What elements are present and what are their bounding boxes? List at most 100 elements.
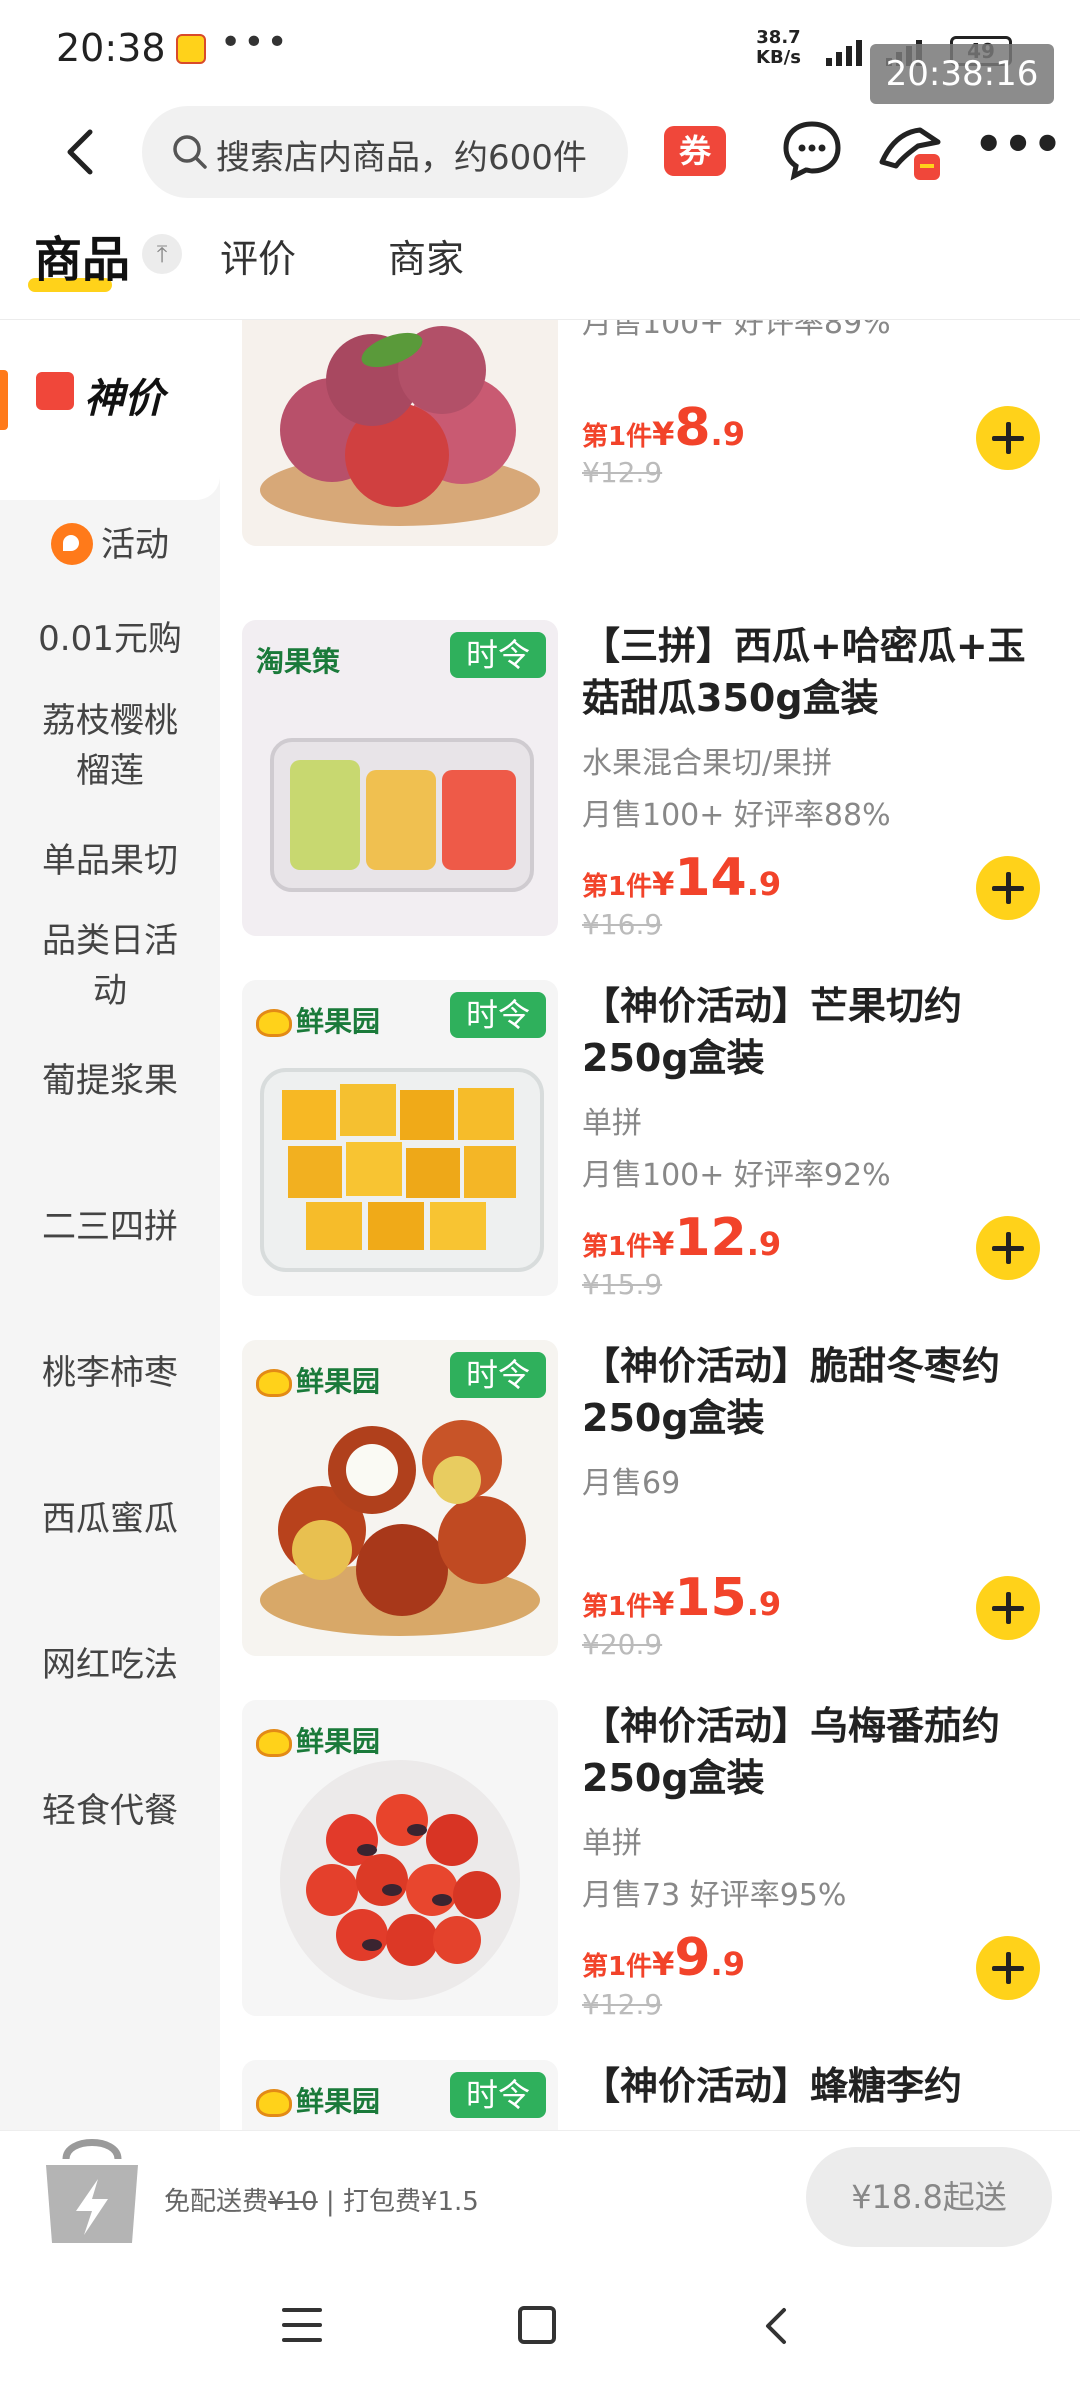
tab-reviews[interactable]: 评价 — [220, 228, 296, 283]
product-image — [242, 320, 558, 546]
status-bar: 20:38 ••• 38.7 KB/s 49 20:38:16 — [0, 0, 1080, 104]
sidebar-item-melons[interactable]: 西瓜蜜瓜 — [0, 1494, 220, 1544]
product-stats: 月售73 好评率95% — [582, 1878, 847, 1913]
brand-logo: 鲜果园 — [256, 1360, 380, 1400]
brand-icon — [256, 2089, 292, 2117]
store-header: 搜索店内商品，约600件 券 ••• — [0, 100, 1080, 210]
product-desc: 水果混合果切/果拼 — [582, 746, 833, 781]
store-tabs: 商品 ⤒ 评价 商家 — [0, 210, 1080, 320]
system-back-icon[interactable] — [756, 2306, 796, 2346]
sidebar-item-activity[interactable]: 活动 — [0, 520, 220, 570]
product-stats: 月售100+ 好评率92% — [582, 1158, 891, 1193]
chat-button[interactable] — [780, 118, 844, 182]
product-title: 【神价活动】蜂糖李约 — [582, 2064, 963, 2108]
product-stats: 月售100+ 好评率89% — [582, 320, 891, 341]
brand-icon — [256, 1369, 292, 1397]
product-image: 鲜果园 — [242, 1700, 558, 2016]
sidebar-item-grapes-berries[interactable]: 葡提浆果 — [0, 1056, 220, 1106]
product-title: 【三拼】西瓜+哈密瓜+玉菇甜瓜350g盒装 — [582, 624, 1026, 720]
category-sidebar: 神价 活动 0.01元购 荔枝樱桃 榴莲 单品果切 品类日活 动 葡提浆果 二三… — [0, 320, 220, 2130]
product-desc: 单拼 — [582, 1826, 642, 1861]
sidebar-item-label: 神价 — [84, 376, 164, 422]
add-to-cart-button[interactable] — [976, 856, 1040, 920]
original-price: ¥12.9 — [582, 1988, 663, 2021]
list-item[interactable]: 鲜果园 时令 【神价活动】蜂糖李约 — [220, 2060, 1080, 2130]
cart-bar: 免配送费¥10 | 打包费¥1.5 ¥18.8起送 — [0, 2130, 1080, 2264]
add-to-cart-button[interactable] — [976, 1576, 1040, 1640]
lightning-icon — [36, 372, 74, 410]
add-to-cart-button[interactable] — [976, 1216, 1040, 1280]
coupon-button[interactable]: 券 — [664, 126, 726, 176]
chat-icon — [783, 121, 841, 181]
season-badge: 时令 — [450, 2072, 546, 2118]
list-item[interactable]: 盒装 月售100+ 好评率89% 第1件¥8.9 ¥12.9 — [220, 320, 1080, 590]
tab-goods[interactable]: 商品 — [34, 220, 130, 290]
back-button[interactable] — [52, 122, 112, 182]
product-stats: 月售100+ 好评率88% — [582, 798, 891, 833]
product-desc: 单拼 — [582, 1106, 642, 1141]
delivery-info: 免配送费¥10 | 打包费¥1.5 — [164, 2187, 479, 2217]
product-price: 第1件¥9.9 — [582, 1928, 745, 1988]
original-price: ¥12.9 — [582, 456, 663, 489]
location-tag-icon — [51, 522, 93, 565]
season-badge: 时令 — [450, 992, 546, 1038]
tab-merchant[interactable]: 商家 — [388, 228, 464, 283]
product-image: 鲜果园 时令 — [242, 1340, 558, 1656]
active-indicator — [0, 370, 8, 430]
brand-icon — [256, 1009, 292, 1037]
list-item[interactable]: 鲜果园 【神价活动】乌梅番茄约250g盒装 单拼 月售73 好评率95% 第1件… — [220, 1700, 1080, 2060]
season-badge: 时令 — [450, 1352, 546, 1398]
original-price: ¥15.9 — [582, 1268, 663, 1301]
sidebar-item-god-price[interactable]: 神价 — [0, 320, 220, 470]
season-badge: 时令 — [450, 632, 546, 678]
overlay-clock: 20:38:16 — [870, 44, 1054, 104]
sidebar-item-lychee-cherry[interactable]: 荔枝樱桃 榴莲 — [0, 696, 220, 796]
product-price: 第1件¥12.9 — [582, 1208, 782, 1268]
product-title: 【神价活动】芒果切约250g盒装 — [582, 984, 963, 1080]
sidebar-item-category-day[interactable]: 品类日活 动 — [0, 916, 220, 1016]
signal-icon — [826, 36, 870, 66]
sidebar-item-single-cut[interactable]: 单品果切 — [0, 836, 220, 886]
original-price: ¥20.9 — [582, 1628, 663, 1661]
add-to-cart-button[interactable] — [976, 1936, 1040, 2000]
more-options-button[interactable]: ••• — [974, 121, 1062, 174]
sidebar-item-penny-buy[interactable]: 0.01元购 — [0, 614, 220, 664]
list-item[interactable]: 淘果策 时令 【三拼】西瓜+哈密瓜+玉菇甜瓜350g盒装 水果混合果切/果拼 月… — [220, 620, 1080, 980]
product-list: 盒装 月售100+ 好评率89% 第1件¥8.9 ¥12.9 淘果策 时令 【三… — [220, 320, 1080, 2130]
product-price: 第1件¥15.9 — [582, 1568, 782, 1628]
system-nav-bar — [0, 2264, 1080, 2400]
sidebar-item-trending[interactable]: 网红吃法 — [0, 1640, 220, 1690]
list-item[interactable]: 鲜果园 时令 【神价活动】脆甜冬枣约250g盒装 月售69 第1件¥15.9 ¥… — [220, 1340, 1080, 1700]
sidebar-item-mixed[interactable]: 二三四拼 — [0, 1202, 220, 1252]
search-input[interactable]: 搜索店内商品，约600件 — [142, 106, 628, 198]
add-to-cart-button[interactable] — [976, 406, 1040, 470]
product-price: 第1件¥8.9 — [582, 398, 745, 458]
product-image: 鲜果园 时令 — [242, 980, 558, 1296]
favorite-button[interactable] — [876, 118, 948, 190]
sidebar-item-light-meal[interactable]: 轻食代餐 — [0, 1786, 220, 1836]
brand-logo: 鲜果园 — [256, 1000, 380, 1040]
list-item[interactable]: 鲜果园 时令 【神价活动】芒果切约250g盒装 单拼 月售100+ 好评率92%… — [220, 980, 1080, 1340]
min-order-button[interactable]: ¥18.8起送 — [806, 2147, 1052, 2247]
chevron-left-icon — [67, 129, 93, 175]
meituan-app-icon — [176, 34, 206, 64]
search-placeholder: 搜索店内商品，约600件 — [216, 138, 587, 178]
collapse-icon[interactable]: ⤒ — [142, 234, 182, 274]
sidebar-item-peach-plum[interactable]: 桃李柿枣 — [0, 1348, 220, 1398]
product-image: 鲜果园 时令 — [242, 2060, 558, 2130]
recent-apps-icon[interactable] — [282, 2308, 322, 2344]
home-icon[interactable] — [518, 2306, 556, 2344]
net-speed: 38.7 KB/s — [756, 27, 801, 68]
brand-logo: 淘果策 — [256, 645, 341, 678]
search-icon — [173, 135, 207, 169]
product-title: 【神价活动】脆甜冬枣约250g盒装 — [582, 1344, 1001, 1440]
status-time: 20:38 — [56, 26, 166, 70]
more-notifications-icon: ••• — [220, 22, 290, 63]
sidebar-item-label: 活动 — [101, 525, 169, 565]
cart-icon[interactable] — [36, 2119, 148, 2249]
product-stats: 月售69 — [582, 1466, 681, 1501]
product-price: 第1件¥14.9 — [582, 848, 782, 908]
sidebar-divider — [0, 470, 220, 500]
brand-icon — [256, 1729, 292, 1757]
favorite-store-icon — [879, 127, 941, 180]
